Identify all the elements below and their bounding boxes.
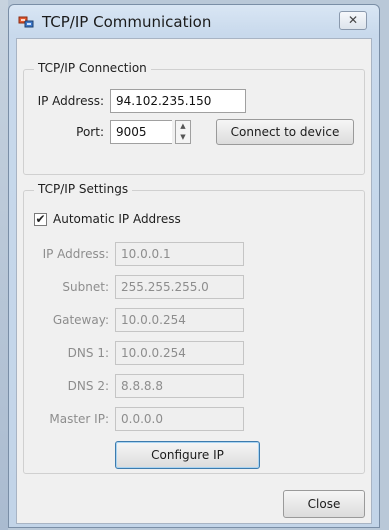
port-spinner[interactable]: ▲ ▼ <box>175 120 191 144</box>
network-app-icon <box>18 14 34 30</box>
connection-ip-input[interactable]: 94.102.235.150 <box>110 89 246 113</box>
dialog-body: TCP/IP Connection IP Address: 94.102.235… <box>16 38 372 524</box>
dns1-label: DNS 1: <box>67 346 109 360</box>
dialog-window: TCP/IP Communication ✕ TCP/IP Connection… <box>8 4 380 528</box>
close-icon: ✕ <box>347 13 359 27</box>
subnet-input[interactable]: 255.255.255.0 <box>115 275 244 299</box>
background-window-edge <box>0 0 8 530</box>
window-close-button[interactable]: ✕ <box>339 11 367 30</box>
configure-ip-button[interactable]: Configure IP <box>115 441 260 469</box>
arrow-down-icon[interactable]: ▼ <box>176 132 190 143</box>
gateway-label: Gateway: <box>52 313 109 327</box>
gateway-input[interactable]: 10.0.0.254 <box>115 308 244 332</box>
port-input[interactable]: 9005 <box>110 120 172 144</box>
auto-ip-label[interactable]: Automatic IP Address <box>53 212 181 226</box>
close-button[interactable]: Close <box>283 490 365 518</box>
window-title: TCP/IP Communication <box>42 13 212 31</box>
settings-ip-input[interactable]: 10.0.0.1 <box>115 242 244 266</box>
arrow-up-icon[interactable]: ▲ <box>176 121 190 132</box>
checkmark-icon: ✔ <box>35 212 46 226</box>
subnet-label: Subnet: <box>62 280 109 294</box>
settings-ip-label: IP Address: <box>42 247 109 261</box>
connection-group: TCP/IP Connection IP Address: 94.102.235… <box>23 61 365 175</box>
settings-group: TCP/IP Settings ✔ Automatic IP Address I… <box>23 182 365 474</box>
title-bar[interactable]: TCP/IP Communication ✕ <box>9 5 379 38</box>
master-ip-input[interactable]: 0.0.0.0 <box>115 407 244 431</box>
port-label: Port: <box>76 125 104 139</box>
auto-ip-checkbox[interactable]: ✔ <box>34 213 47 226</box>
dns2-input[interactable]: 8.8.8.8 <box>115 374 244 398</box>
master-ip-label: Master IP: <box>49 412 109 426</box>
dns1-input[interactable]: 10.0.0.254 <box>115 341 244 365</box>
connection-group-title: TCP/IP Connection <box>34 61 151 75</box>
settings-group-title: TCP/IP Settings <box>34 182 133 196</box>
dns2-label: DNS 2: <box>67 379 109 393</box>
connection-ip-label: IP Address: <box>37 94 104 108</box>
connect-to-device-button[interactable]: Connect to device <box>216 119 354 145</box>
